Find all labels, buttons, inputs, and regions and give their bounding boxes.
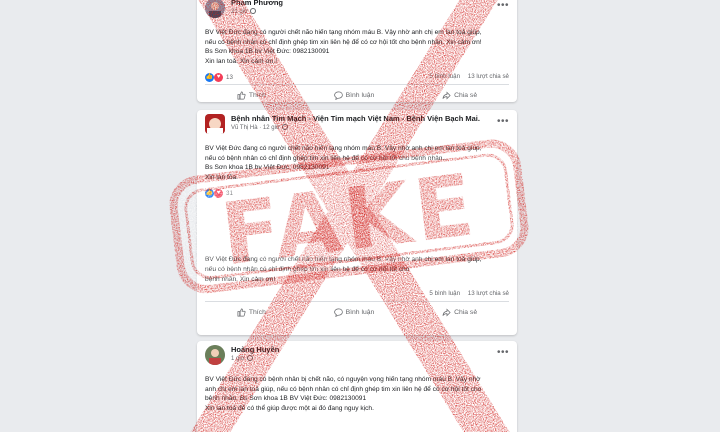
post-line: nếu có bệnh nhân có chỉ định ghép tim xi… [205,38,482,46]
avatar[interactable] [205,345,225,365]
post-line: Bs Sơn khoa 1B bv Việt Đức: 0982130091 [205,48,330,56]
globe-icon [246,355,253,362]
comment-count[interactable]: 5 bình luận [429,73,460,80]
post-text: BV Việt Đức đang có người chết não hiến … [197,201,517,284]
heart-reaction-icon: ♥ [214,189,223,199]
comment-button[interactable]: Bình luận [324,306,385,319]
post-text: BV Việt Đức đang có người chết não hiến … [197,140,517,182]
like-button[interactable]: Thích [227,89,276,102]
post-text: BV Việt Đức đang có người chết não hiến … [197,24,517,66]
post-stats: 👍 ♥ 31 [205,185,509,201]
like-reaction-icon: 👍 [205,73,214,83]
group-avatar[interactable] [205,114,225,134]
post-line: Xin lan toả để có thể giúp được một ai đ… [205,404,374,412]
post-line: nếu có bệnh nhân có chỉ định ghép tim xi… [205,265,410,273]
reaction-count: 13 [226,74,233,82]
post-stats: 5 bình luận 13 lượt chia sẻ [205,286,509,303]
post-header: Hoàng Huyền 1 giờ ••• [197,341,517,371]
share-label: Chia sẻ [454,308,478,316]
post-line: Xin lan tỏa. [205,173,238,181]
post-line: Xin lan toả. Xin cảm ơn.! [205,57,278,65]
post-line: nếu có bệnh nhân có chỉ định ghép tim xi… [205,154,448,162]
reaction-summary[interactable]: 👍 ♥ 13 [205,73,233,83]
thumbs-up-icon [237,91,246,100]
post-card: Phạm Phương 21 giờ ••• BV Việt Đức đang … [197,0,517,102]
like-label: Thích [248,91,266,99]
share-icon [442,308,451,317]
post-header: Bệnh nhân Tim Mạch - Viện Tim mạch Việt … [197,110,517,140]
share-count[interactable]: 13 lượt chia sẻ [468,290,509,297]
post-time: 21 giờ [231,8,517,17]
post-header: Phạm Phương 21 giờ ••• [197,0,517,24]
comment-button[interactable]: Bình luận [324,89,385,102]
like-label: Thích [248,308,266,316]
share-count[interactable]: 13 lượt chia sẻ [468,73,509,80]
thumbs-up-icon [237,308,246,317]
post-line: BV Việt Đức đang có người chết não hiến … [205,256,482,264]
post-line: anh chị em lan toả giúp, nếu có bệnh nhâ… [205,385,482,393]
post-stats: 👍 ♥ 13 5 bình luận 13 lượt chia sẻ [205,69,509,86]
post-actions: Thích Bình luận Chia sẻ [197,302,517,322]
reaction-count: 31 [226,190,233,198]
post-time: Vũ Thị Hà · 12 giờ [231,124,517,133]
post-text: BV Việt Đức đang có bệnh nhân bị chết nã… [197,371,517,413]
post-author[interactable]: Hoàng Huyền [231,345,517,355]
comment-icon [333,308,343,317]
avatar[interactable] [205,0,225,18]
share-button[interactable]: Chia sẻ [432,89,487,102]
post-line: BV Việt Đức đang có bệnh nhân bị chết nã… [205,376,481,383]
post-line: bệnh nhân. Xin cảm ơn! [205,275,276,283]
post-card: Hoàng Huyền 1 giờ ••• BV Việt Đức đang c… [197,341,517,432]
post-author[interactable]: Bệnh nhân Tim Mạch - Viện Tim mạch Việt … [231,114,517,124]
post-time: 1 giờ [231,355,517,364]
comment-icon [333,91,343,100]
share-button[interactable]: Chia sẻ [432,306,487,319]
globe-icon [249,8,256,15]
more-options-icon[interactable]: ••• [497,347,509,358]
globe-icon [281,124,288,131]
more-options-icon[interactable]: ••• [497,116,509,127]
share-label: Chia sẻ [454,91,478,99]
like-reaction-icon: 👍 [205,189,214,199]
post-actions: Thích Bình luận Chia sẻ [197,85,517,102]
post-line: BV Việt Đức đang có người chết não hiến … [205,29,482,36]
like-button[interactable]: Thích [227,306,276,319]
comment-label: Bình luận [345,308,375,316]
reaction-summary[interactable]: 👍 ♥ 31 [205,189,233,199]
heart-reaction-icon: ♥ [214,73,223,83]
post-author[interactable]: Phạm Phương [231,0,517,8]
post-card: Bệnh nhân Tim Mạch - Viện Tim mạch Việt … [197,110,517,335]
more-options-icon[interactable]: ••• [497,0,509,11]
post-line: BV Việt Đức đang có người chết não hiến … [205,145,482,152]
comment-label: Bình luận [345,91,375,99]
post-line: bệnh nhân. Bs Sơn khoa 1B BV Việt Đức: 0… [205,395,367,403]
comment-count[interactable]: 5 bình luận [429,290,460,297]
share-icon [442,91,451,100]
post-line: Bs Sơn khoa 1B bv Việt Đức: 0982130091 [205,164,330,172]
